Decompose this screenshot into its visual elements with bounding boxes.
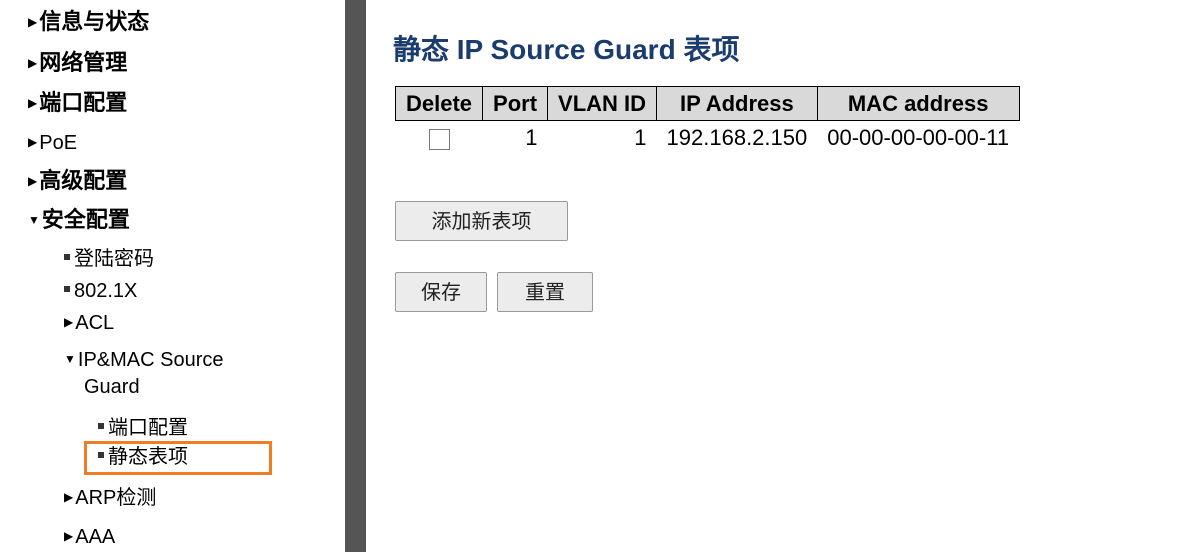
delete-checkbox[interactable] xyxy=(428,128,450,150)
nav-item-port-config[interactable]: ▶端口配置 xyxy=(28,89,127,117)
nav-item-ip-mac-source-guard[interactable]: ▼ IP&MAC Source xyxy=(64,345,224,374)
collapsed-arrow-icon: ▶ xyxy=(28,174,38,188)
expanded-arrow-icon: ▼ xyxy=(64,352,76,366)
column-header-delete: Delete xyxy=(394,86,484,121)
column-header-ip-address: IP Address xyxy=(656,86,818,121)
nav-label: ACL xyxy=(75,312,115,334)
column-header-mac-address: MAC address xyxy=(816,86,1020,121)
nav-item-info-status[interactable]: ▶信息与状态 xyxy=(28,8,149,36)
nav-label: 信息与状态 xyxy=(39,9,150,34)
ip-address-cell: 192.168.2.150 xyxy=(666,125,808,150)
page-title: 静态 IP Source Guard 表项 xyxy=(393,34,740,65)
nav-label: 端口配置 xyxy=(39,90,128,115)
reset-button[interactable]: 重置 xyxy=(497,272,593,312)
save-button[interactable]: 保存 xyxy=(395,272,487,312)
nav-item-ip-mac-source-guard-cont[interactable]: Guard xyxy=(84,373,140,401)
port-cell: 1 xyxy=(525,125,538,150)
collapsed-arrow-icon: ▶ xyxy=(64,529,74,543)
nav-item-arp-inspection[interactable]: ▶ ARP检测 xyxy=(64,483,156,512)
nav-label: 安全配置 xyxy=(41,207,130,232)
nav-item-login-password[interactable]: 登陆密码 xyxy=(64,245,154,273)
collapsed-arrow-icon: ▶ xyxy=(28,96,38,110)
nav-label: 网络管理 xyxy=(39,50,128,75)
selected-item-highlight xyxy=(84,441,272,475)
nav-label: 端口配置 xyxy=(108,417,188,439)
column-header-vlan-id: VLAN ID xyxy=(547,86,658,121)
nav-label: 高级配置 xyxy=(39,168,128,193)
nav-item-advanced-config[interactable]: ▶高级配置 xyxy=(28,167,127,195)
collapsed-arrow-icon: ▶ xyxy=(28,56,38,70)
nav-label: 登陆密码 xyxy=(74,248,154,270)
bullet-icon xyxy=(64,286,70,292)
expanded-arrow-icon: ▼ xyxy=(28,213,40,227)
bullet-icon xyxy=(64,254,70,260)
nav-item-acl[interactable]: ▶ ACL xyxy=(64,308,114,337)
static-entries-table: Delete Port VLAN ID IP Address MAC addre… xyxy=(394,86,1020,156)
nav-label: Guard xyxy=(84,376,140,398)
collapsed-arrow-icon: ▶ xyxy=(64,315,74,329)
table-row: 1 1 192.168.2.150 00-00-00-00-00-11 xyxy=(396,121,1020,156)
vlan-id-cell: 1 xyxy=(634,125,647,150)
nav-label: 802.1X xyxy=(74,280,138,302)
nav-label: ARP检测 xyxy=(75,487,157,509)
sidebar-nav: ▶信息与状态 ▶网络管理 ▶端口配置 ▶ PoE ▶高级配置 ▼安全配置 登陆密码… xyxy=(0,0,345,552)
nav-item-aaa[interactable]: ▶ AAA xyxy=(64,522,115,551)
column-header-port: Port xyxy=(482,86,549,121)
bullet-icon xyxy=(98,423,104,429)
nav-label: IP&MAC Source xyxy=(77,349,224,371)
delete-cell xyxy=(396,121,483,156)
nav-item-8021x[interactable]: 802.1X xyxy=(64,277,137,305)
nav-item-security-config[interactable]: ▼安全配置 xyxy=(28,206,130,234)
nav-item-guard-port-config[interactable]: 端口配置 xyxy=(98,414,188,442)
collapsed-arrow-icon: ▶ xyxy=(64,490,74,504)
nav-item-poe[interactable]: ▶ PoE xyxy=(28,128,77,157)
nav-label: AAA xyxy=(75,526,116,548)
frame-divider[interactable] xyxy=(345,0,366,552)
collapsed-arrow-icon: ▶ xyxy=(28,15,38,29)
add-new-entry-button[interactable]: 添加新表项 xyxy=(395,201,568,241)
collapsed-arrow-icon: ▶ xyxy=(28,135,38,149)
mac-address-cell: 00-00-00-00-00-11 xyxy=(827,125,1010,150)
nav-item-network-mgmt[interactable]: ▶网络管理 xyxy=(28,49,127,77)
table-header-row: Delete Port VLAN ID IP Address MAC addre… xyxy=(394,86,1020,121)
nav-label: PoE xyxy=(39,132,78,154)
